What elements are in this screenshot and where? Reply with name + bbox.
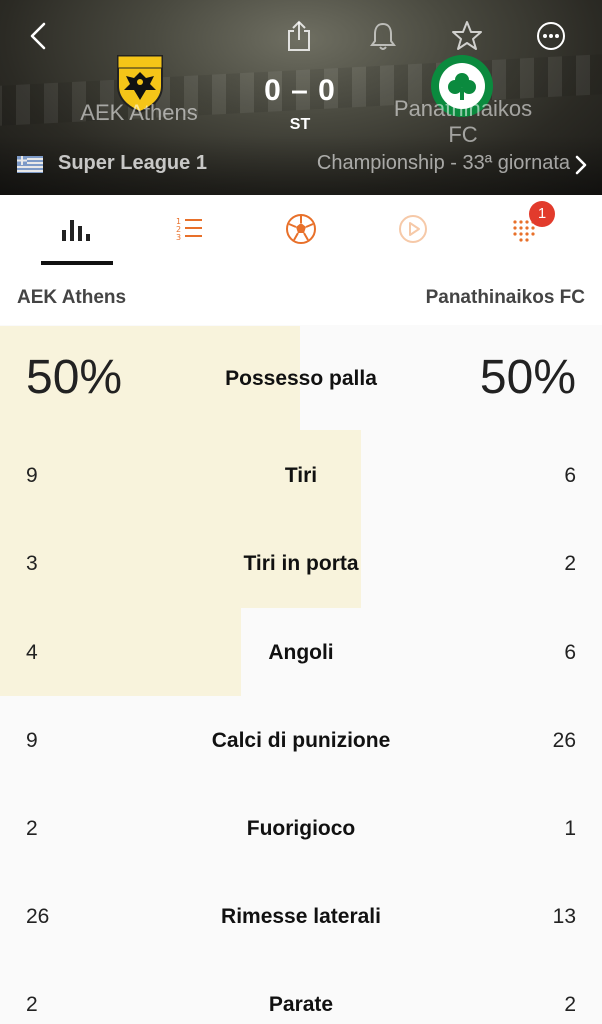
chevron-right-icon[interactable] [574,154,588,181]
stat-row: 26 Rimesse laterali 13 [0,871,602,959]
stat-row: 9 Calci di punizione 26 [0,695,602,783]
back-chevron-icon[interactable] [21,18,57,54]
stat-home-value: 2 [26,817,38,840]
stat-away-value: 1 [564,817,576,840]
notification-badge: 1 [529,201,555,227]
stat-home-value: 26 [26,905,50,928]
stat-home-value: 4 [26,641,38,664]
tab-bar: 1 2 3 [0,195,602,267]
home-team-name[interactable]: AEK Athens [60,100,218,126]
stats-list: 50% Possesso palla 50% 9 Tiri 6 3 Tiri i… [0,326,602,1024]
stat-row: 3 Tiri in porta 2 [0,518,602,606]
away-team-name-line2: FC [448,122,478,147]
stat-away-value: 26 [552,729,576,752]
stat-row: 4 Angoli 6 [0,607,602,695]
stat-label: Possesso palla [225,367,377,390]
stat-away-value: 2 [564,993,576,1016]
stat-row: 9 Tiri 6 [0,430,602,518]
match-status: ST [289,116,311,133]
stat-label: Angoli [268,641,334,664]
tab-lineups[interactable] [261,195,341,267]
stat-away-value: 50% [479,351,576,404]
play-icon [398,214,428,249]
stat-label: Tiri [284,464,318,487]
league-round[interactable]: Championship - 33ª giornata [317,152,570,175]
stat-row: 2 Parate 2 [0,959,602,1024]
star-icon[interactable] [449,18,485,54]
stat-label: Fuorigioco [246,817,356,840]
stat-label: Tiri in porta [243,552,359,575]
more-icon[interactable] [533,18,569,54]
stat-label: Calci di punizione [211,729,391,752]
stat-home-value: 3 [26,552,38,575]
match-header: AEK Athens 0 – 0 ST Panathinaikos FC Sup… [0,0,602,195]
stat-away-value: 6 [564,641,576,664]
tab-heatmap[interactable] [485,195,565,267]
tab-stats[interactable] [37,195,117,267]
stat-home-value: 9 [26,464,38,487]
stat-home-value: 50% [26,351,123,404]
greece-flag-icon [17,156,43,173]
bell-icon[interactable] [365,18,401,54]
svg-text:3: 3 [176,233,181,242]
teams-row: AEK Athens Panathinaikos FC [0,267,602,325]
stat-away-value: 6 [564,464,576,487]
stats-home-team: AEK Athens [17,287,127,308]
football-icon [285,213,317,250]
stat-row: 2 Fuorigioco 1 [0,783,602,871]
active-tab-indicator [41,261,113,265]
stat-away-value: 2 [564,552,576,575]
away-team-name[interactable]: Panathinaikos FC [384,96,542,148]
league-row[interactable]: Super League 1 Championship - 33ª giorna… [0,148,602,180]
stat-home-value: 2 [26,993,38,1016]
ranking-list-icon: 1 2 3 [174,215,204,248]
match-score: 0 – 0 [264,74,336,107]
stats-away-team: Panathinaikos FC [425,287,585,308]
stat-label: Parate [268,993,334,1016]
away-team-name-line1: Panathinaikos [393,96,533,121]
bar-chart-icon [60,215,94,248]
stat-home-value: 9 [26,729,38,752]
stat-row: 50% Possesso palla 50% [0,326,602,430]
stat-label: Rimesse laterali [221,905,381,928]
stat-away-value: 13 [552,905,576,928]
league-name[interactable]: Super League 1 [58,152,207,175]
tab-video[interactable] [373,195,453,267]
tab-standings[interactable]: 1 2 3 [149,195,229,267]
share-icon[interactable] [281,18,317,54]
